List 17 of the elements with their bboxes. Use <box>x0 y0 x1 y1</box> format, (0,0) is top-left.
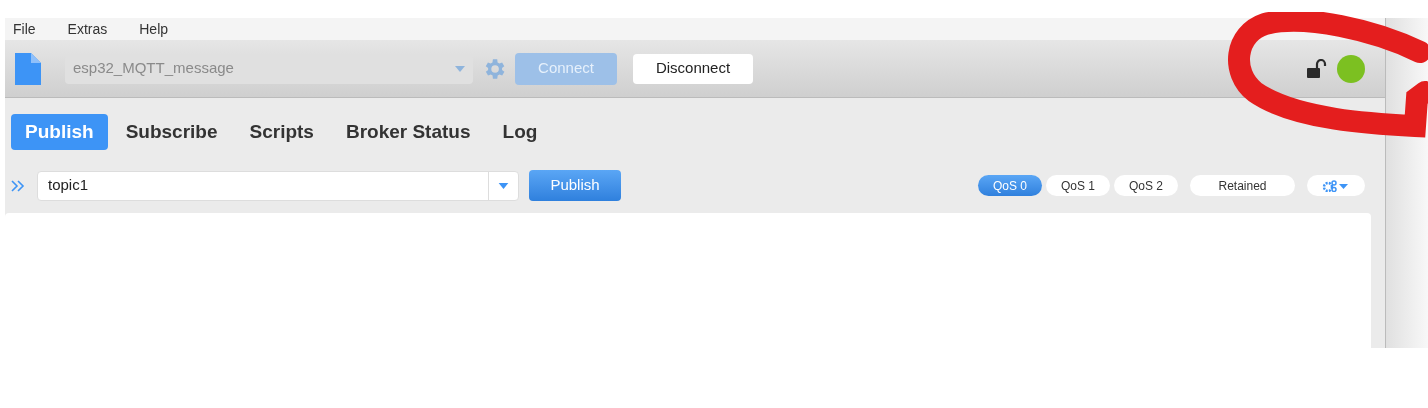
tab[interactable]: Subscribe <box>111 114 232 150</box>
qos-button[interactable]: QoS 1 <box>1046 175 1110 196</box>
menu-item[interactable]: Help <box>139 18 169 40</box>
qos-button[interactable]: QoS 2 <box>1114 175 1178 196</box>
caret-icon <box>455 65 465 72</box>
disconnect-button[interactable]: Disconnect <box>633 53 753 84</box>
double-chevron-icon[interactable] <box>11 179 25 192</box>
retained-button[interactable]: Retained <box>1190 175 1295 196</box>
menu-item[interactable]: File <box>13 18 36 40</box>
topic-field[interactable]: topic1 <box>37 170 519 201</box>
menu-item[interactable]: Extras <box>67 18 108 40</box>
tab[interactable]: Log <box>488 114 552 150</box>
tab[interactable]: Scripts <box>235 114 328 150</box>
document-icon[interactable] <box>13 52 41 85</box>
tab[interactable]: Broker Status <box>331 114 485 150</box>
options-dropdown[interactable] <box>1307 175 1365 196</box>
gears-caret-icon <box>1322 179 1350 192</box>
